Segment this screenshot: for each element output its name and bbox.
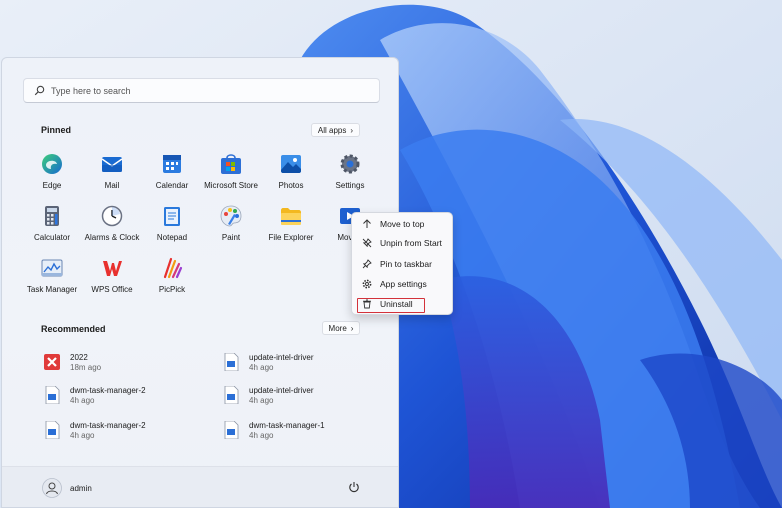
notepad-icon xyxy=(164,207,180,226)
edge-icon xyxy=(42,154,62,174)
item-name: 2022 xyxy=(70,353,88,362)
menu-item-pin-to-taskbar[interactable]: Pin to taskbar xyxy=(358,255,448,273)
menu-item-label: Unpin from Start xyxy=(380,238,442,248)
start-footer: admin xyxy=(2,466,398,507)
item-time: 18m ago xyxy=(70,363,102,372)
pinned-app-settings[interactable]: Settings xyxy=(315,153,385,190)
file-icon xyxy=(224,421,239,439)
recommended-item[interactable]: dwm-task-manager-1 4h ago xyxy=(223,421,325,441)
item-time: 4h ago xyxy=(70,396,95,405)
menu-item-move-to-top[interactable]: Move to top xyxy=(358,215,448,233)
app-label: Notepad xyxy=(156,233,188,242)
app-label: Edge xyxy=(42,181,62,190)
xmind-file-icon xyxy=(44,354,60,370)
recommended-item[interactable]: dwm-task-manager-2 4h ago xyxy=(44,386,146,406)
app-label: Alarms & Clock xyxy=(84,233,140,242)
clock-icon xyxy=(101,205,123,227)
item-name: update-intel-driver xyxy=(249,353,314,362)
gear-icon xyxy=(362,279,372,289)
gear-icon xyxy=(340,154,360,174)
item-time: 4h ago xyxy=(70,431,95,440)
app-label: Paint xyxy=(221,233,241,242)
app-label: Microsoft Store xyxy=(204,181,258,190)
power-icon[interactable] xyxy=(348,481,360,493)
start-menu: Type here to search Pinned All apps › Ed… xyxy=(1,57,399,508)
app-label: Calendar xyxy=(155,181,189,190)
chevron-right-icon: › xyxy=(350,323,354,333)
recommended-item[interactable]: 2022 18m ago xyxy=(44,353,101,373)
photos-icon xyxy=(281,155,301,173)
file-icon xyxy=(45,421,60,439)
file-icon xyxy=(224,353,239,371)
menu-item-label: App settings xyxy=(380,279,427,289)
pinned-heading: Pinned xyxy=(41,125,72,135)
mail-icon xyxy=(101,157,123,172)
app-label: Mail xyxy=(104,181,120,190)
arrow-up-icon xyxy=(363,219,371,228)
chevron-right-icon: › xyxy=(350,125,354,135)
uninstall-highlight-box xyxy=(357,298,425,313)
paint-icon xyxy=(220,205,242,227)
item-time: 4h ago xyxy=(249,431,274,440)
recommended-heading: Recommended xyxy=(41,324,106,334)
task-manager-icon xyxy=(41,259,63,277)
recommended-item[interactable]: update-intel-driver 4h ago xyxy=(223,353,313,373)
search-placeholder: Type here to search xyxy=(51,85,131,96)
recommended-item[interactable]: dwm-task-manager-2 4h ago xyxy=(44,421,146,441)
pinned-app-picpick[interactable]: PicPick xyxy=(137,257,207,294)
more-label: More xyxy=(328,323,347,333)
app-label: WPS Office xyxy=(91,285,133,294)
item-name: update-intel-driver xyxy=(249,386,314,395)
recommended-item[interactable]: update-intel-driver 4h ago xyxy=(223,386,313,406)
app-label: Photos xyxy=(278,181,304,190)
picpick-icon xyxy=(163,257,183,279)
item-time: 4h ago xyxy=(249,363,274,372)
calendar-icon xyxy=(163,155,181,173)
wps-icon xyxy=(103,261,122,276)
store-icon xyxy=(221,154,241,174)
search-input[interactable]: Type here to search xyxy=(23,78,380,103)
app-label: PicPick xyxy=(158,285,186,294)
item-name: dwm-task-manager-2 xyxy=(70,386,146,395)
menu-item-unpin-from-start[interactable]: Unpin from Start xyxy=(358,234,448,252)
file-icon xyxy=(45,386,60,404)
user-name: admin xyxy=(70,483,92,493)
user-account-button[interactable]: admin xyxy=(42,478,92,498)
search-icon xyxy=(34,85,45,96)
menu-item-label: Pin to taskbar xyxy=(380,259,432,269)
more-button[interactable]: More › xyxy=(322,321,360,335)
folder-icon xyxy=(281,208,301,225)
file-icon xyxy=(224,386,239,404)
item-name: dwm-task-manager-2 xyxy=(70,421,146,430)
app-label: Task Manager xyxy=(26,285,78,294)
all-apps-button[interactable]: All apps › xyxy=(311,123,360,137)
pin-icon xyxy=(362,259,372,269)
item-name: dwm-task-manager-1 xyxy=(249,421,325,430)
calculator-icon xyxy=(45,206,59,226)
app-label: File Explorer xyxy=(268,233,314,242)
menu-item-label: Move to top xyxy=(380,219,425,229)
menu-item-app-settings[interactable]: App settings xyxy=(358,275,448,293)
app-label: Settings xyxy=(335,181,365,190)
avatar-icon xyxy=(42,478,62,498)
item-time: 4h ago xyxy=(249,396,274,405)
app-label: Calculator xyxy=(33,233,70,242)
all-apps-label: All apps xyxy=(317,125,347,135)
unpin-icon xyxy=(362,238,372,248)
context-menu: Move to top Unpin from Start Pin to task… xyxy=(351,212,453,315)
